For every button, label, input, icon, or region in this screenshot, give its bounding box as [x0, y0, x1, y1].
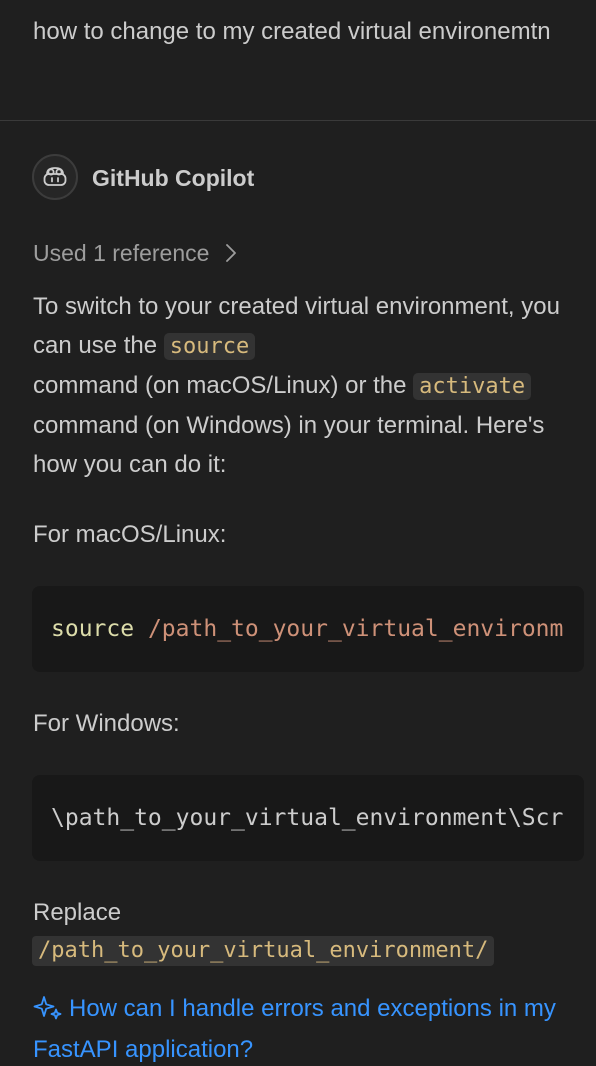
- replace-label: Replace: [33, 899, 122, 926]
- copilot-icon: [43, 167, 67, 186]
- used-references-toggle[interactable]: Used 1 reference: [33, 236, 237, 270]
- suggestion-text: How can I handle errors and exceptions i…: [33, 995, 556, 1063]
- followup-suggestion[interactable]: How can I handle errors and exceptions i…: [33, 990, 588, 1066]
- macos-code-block[interactable]: source /path_to_your_virtual_environm: [32, 586, 584, 672]
- code-keyword: source: [51, 616, 135, 642]
- inline-code-source: source: [163, 333, 256, 360]
- intro-text-1: To switch to your created virtual enviro…: [33, 293, 560, 359]
- code-path: /path_to_your_virtual_environm: [147, 616, 564, 642]
- intro-text-3: command (on Windows) in your terminal. H…: [33, 412, 545, 478]
- user-message: how to change to my created virtual envi…: [33, 18, 551, 45]
- references-label: Used 1 reference: [33, 239, 210, 266]
- inline-code-path: /path_to_your_virtual_environment/: [32, 936, 495, 966]
- assistant-intro-paragraph: To switch to your created virtual enviro…: [33, 287, 578, 484]
- sparkle-icon: [33, 994, 63, 1031]
- message-divider: [0, 120, 596, 121]
- intro-text-2: command (on macOS/Linux) or the: [33, 372, 414, 399]
- windows-code-block[interactable]: \path_to_your_virtual_environment\Scr: [32, 775, 584, 861]
- code-windows-command: \path_to_your_virtual_environment\Scr: [51, 805, 564, 831]
- chevron-right-icon: [225, 243, 237, 263]
- copilot-avatar: [32, 154, 78, 200]
- assistant-name: GitHub Copilot: [92, 165, 255, 191]
- inline-code-activate: activate: [413, 373, 532, 400]
- windows-label: For Windows:: [33, 710, 180, 737]
- macos-label: For macOS/Linux:: [33, 521, 227, 548]
